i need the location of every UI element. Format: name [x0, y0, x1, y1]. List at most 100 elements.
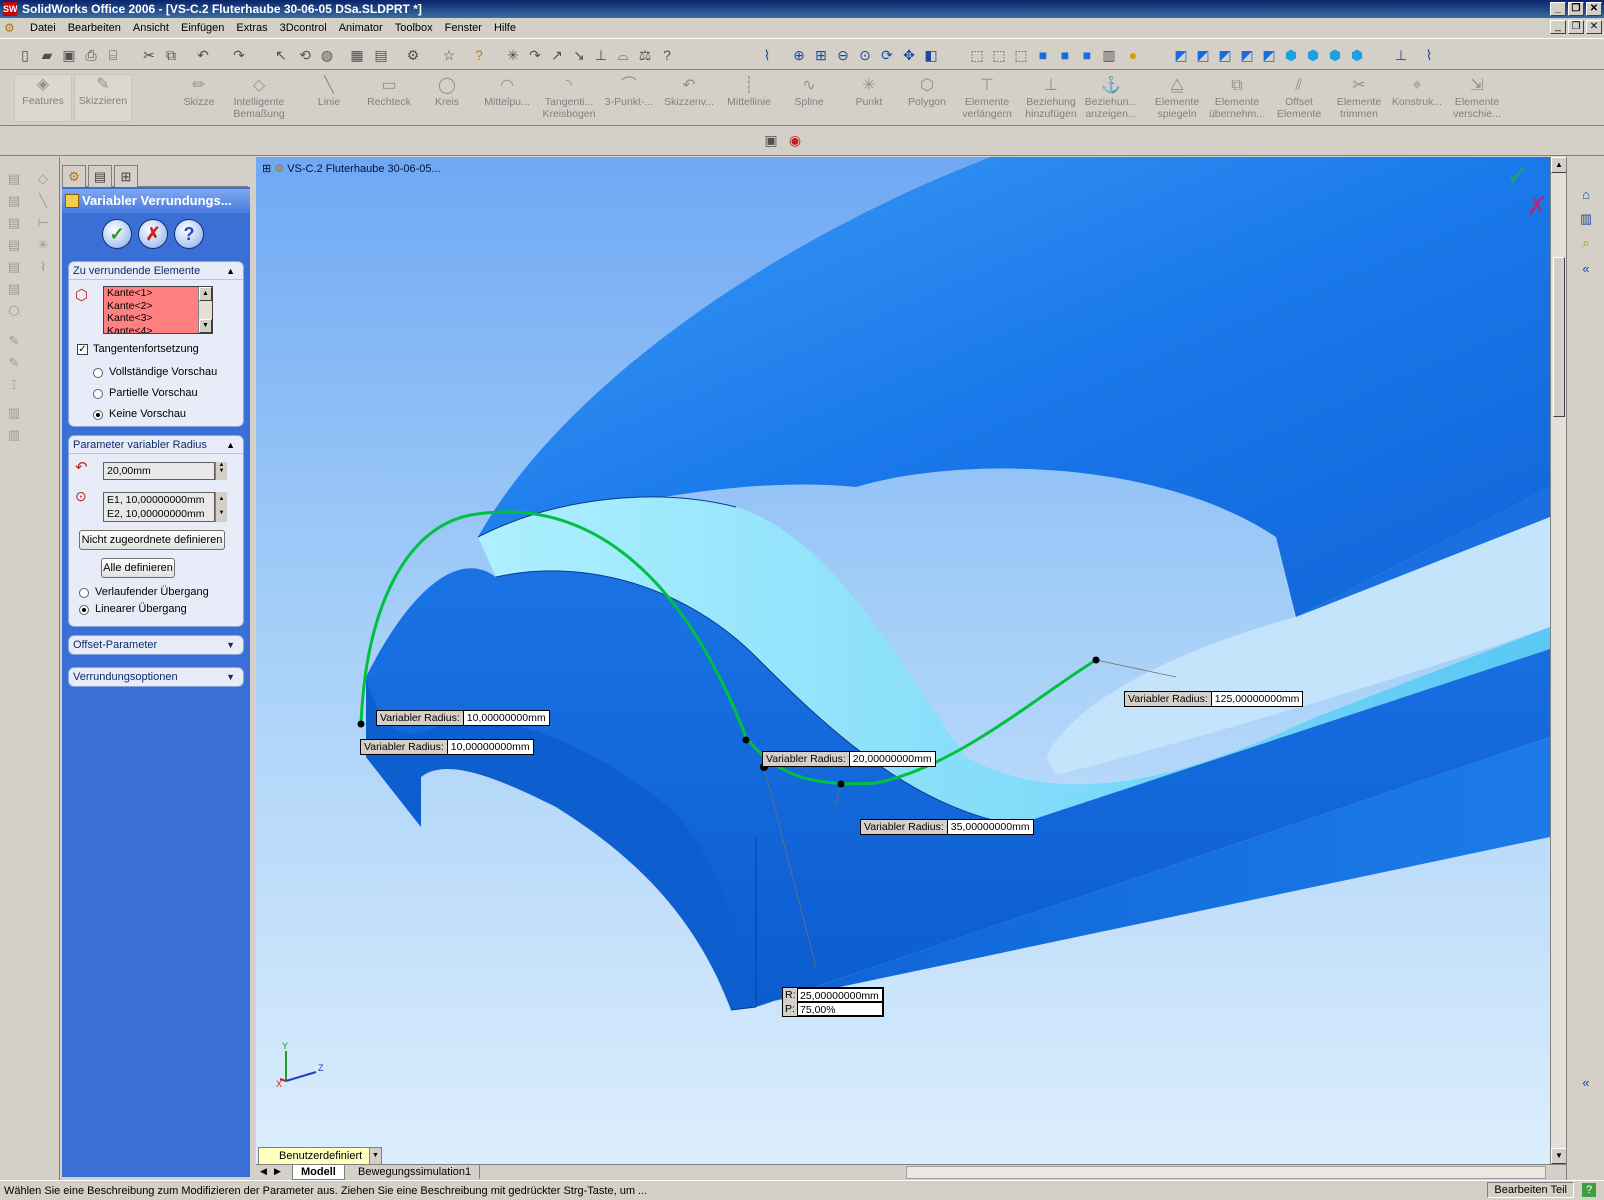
measure-tool-icon[interactable]: ⌇ — [1420, 46, 1438, 64]
search-icon[interactable]: ⌕ — [1577, 235, 1595, 253]
group-fillet-options[interactable]: Verrundungsoptionen ▼ — [68, 667, 244, 687]
hidden-removed-icon[interactable]: ⬚ — [1012, 46, 1030, 64]
vertex-marker[interactable] — [837, 780, 845, 788]
callout-value[interactable]: 35,00000000mm — [947, 820, 1033, 834]
scroll-down-icon[interactable]: ▼ — [199, 319, 212, 333]
measure-icon[interactable]: ⌓ — [614, 46, 632, 64]
list-scrollbar[interactable]: ▲ ▼ — [198, 287, 212, 333]
radius-callout[interactable]: Variabler Radius: 20,00000000mm — [762, 751, 936, 767]
expand-plus-icon[interactable]: ⊞ — [262, 163, 271, 175]
command-20[interactable]: ⧉ Elemente übernehm... — [1208, 76, 1266, 120]
scroll-up-icon[interactable]: ▲ — [1551, 157, 1566, 173]
command-7[interactable]: ◯ Kreis — [418, 76, 476, 108]
command-10[interactable]: ⌒ 3-Punkt-... — [600, 76, 658, 108]
light-icon[interactable]: ◍ — [318, 46, 336, 64]
left-view-icon[interactable]: ◩ — [1216, 46, 1234, 64]
ok-button[interactable]: ✓ — [102, 219, 132, 249]
expand-left-icon[interactable]: « — [1577, 1075, 1595, 1093]
collapse-up-icon[interactable]: ▲ — [226, 436, 235, 454]
rotate-icon[interactable]: ⟳ — [878, 46, 896, 64]
zoom-window-icon[interactable]: ⊞ — [812, 46, 830, 64]
confirm-ok-icon[interactable]: ✓ — [1506, 159, 1529, 192]
doc-restore-button[interactable]: ❐ — [1568, 20, 1584, 34]
line-tool-icon[interactable]: ✎ — [5, 355, 23, 373]
list-item[interactable]: E2, 10,00000000mm — [107, 507, 214, 521]
viewport-scrollbar[interactable]: ▲ ▼ — [1550, 157, 1566, 1164]
front-view-icon[interactable]: ◩ — [1172, 46, 1190, 64]
zoom-selection-icon[interactable]: ⊙ — [856, 46, 874, 64]
collapse-left-icon[interactable]: « — [1577, 261, 1595, 279]
vertex-marker[interactable] — [742, 736, 750, 744]
doc-close-button[interactable]: ✕ — [1586, 20, 1602, 34]
rp-callout[interactable]: R: 25,00000000mm P: 75,00% — [782, 987, 884, 1017]
menu-hilfe[interactable]: Hilfe — [488, 22, 522, 34]
top-view-icon[interactable]: ◩ — [1260, 46, 1278, 64]
menu-ansicht[interactable]: Ansicht — [127, 22, 175, 34]
grid-icon[interactable]: ▦ — [348, 46, 366, 64]
normal-to-icon[interactable]: ⊥ — [1392, 46, 1410, 64]
copy-icon[interactable]: ⧉ — [162, 46, 180, 64]
configurationmanager-tab-icon[interactable]: ⊞ — [114, 165, 138, 187]
mass-icon[interactable]: ⚖ — [636, 46, 654, 64]
cut-icon[interactable]: ✂ — [140, 46, 158, 64]
new-icon[interactable]: ▯ — [16, 46, 34, 64]
define-all-button[interactable]: Alle definieren — [101, 558, 175, 578]
callout-value[interactable]: 125,00000000mm — [1211, 692, 1303, 706]
zoom-fit-icon[interactable]: ⊕ — [790, 46, 808, 64]
group-fillet-items-header[interactable]: Zu verrundende Elemente ▲ — [69, 262, 243, 280]
vertex-list-scrollbar[interactable]: ▲ ▼ — [215, 492, 227, 522]
options-icon[interactable]: ⚙ — [404, 46, 422, 64]
command-13[interactable]: ∿ Spline — [780, 76, 838, 108]
shell-icon[interactable]: ⬡ — [5, 303, 23, 321]
command-21[interactable]: ⫽ Offset Elemente — [1270, 76, 1328, 120]
tab-scroll-right-icon[interactable]: ▶ — [274, 1166, 281, 1177]
sketch-tool-icon[interactable]: ✎ — [5, 333, 23, 351]
radius-callout[interactable]: Variabler Radius: 35,00000000mm — [860, 819, 1034, 835]
fillet-icon[interactable]: ▤ — [5, 259, 23, 277]
display-icon[interactable]: ▣ — [762, 131, 780, 149]
command-6[interactable]: ▭ Rechteck — [360, 76, 418, 108]
feature-tree-root[interactable]: ⊞ ⚙ VS-C.2 Fluterhaube 30-06-05... — [262, 162, 441, 175]
command-4[interactable]: ◇ Intelligente Bemaßung — [230, 76, 288, 120]
list-item[interactable]: Kante<3> — [107, 312, 212, 325]
define-unassigned-button[interactable]: Nicht zugeordnete definieren — [79, 530, 225, 550]
realview-icon[interactable]: ● — [1124, 46, 1142, 64]
command-19[interactable]: ⧋ Elemente spiegeln — [1148, 76, 1206, 120]
help-button[interactable]: ? — [174, 219, 204, 249]
configuration-dropdown[interactable]: Benutzerdefiniert ▼ — [258, 1147, 382, 1165]
menu-animator[interactable]: Animator — [333, 22, 389, 34]
dimetric-view-icon[interactable]: ⬢ — [1348, 46, 1366, 64]
command-24[interactable]: ⇲ Elemente verschie... — [1448, 76, 1506, 120]
command-17[interactable]: ⊥ Beziehung hinzufügen — [1022, 76, 1080, 120]
status-help-icon[interactable]: ? — [1582, 1183, 1596, 1197]
scroll-down-icon[interactable]: ▼ — [1551, 1148, 1566, 1164]
open-icon[interactable]: ▰ — [38, 46, 56, 64]
minimize-button[interactable]: _ — [1550, 2, 1566, 16]
rebuild-icon[interactable]: ⟲ — [296, 46, 314, 64]
list-item[interactable]: E1, 10,00000000mm — [107, 493, 214, 507]
group-variable-radius-header[interactable]: Parameter variabler Radius ▲ — [69, 436, 243, 454]
radius-callout[interactable]: Variabler Radius: 10,00000000mm — [376, 710, 550, 726]
trimetric-view-icon[interactable]: ⬢ — [1326, 46, 1344, 64]
ground-icon[interactable]: ⊥ — [592, 46, 610, 64]
menu-datei[interactable]: Datei — [24, 22, 62, 34]
scroll-up-icon[interactable]: ▲ — [199, 287, 212, 301]
library-icon[interactable]: ▥ — [1577, 211, 1595, 229]
list-item[interactable]: Kante<4> — [107, 325, 212, 334]
p-value[interactable]: 75,00% — [797, 1002, 883, 1016]
no-preview-radio[interactable] — [93, 410, 103, 420]
featuremanager-tab-icon[interactable]: ⚙ — [62, 165, 86, 187]
doc-minimize-button[interactable]: _ — [1550, 20, 1566, 34]
smooth-transition-radio[interactable] — [79, 588, 89, 598]
command-18[interactable]: ⚓ Beziehun... anzeigen... — [1082, 76, 1140, 120]
tab-bewegungssimulation[interactable]: Bewegungssimulation1 — [350, 1165, 481, 1179]
menu-einfuegen[interactable]: Einfügen — [175, 22, 230, 34]
propertymanager-tab-icon[interactable]: ▤ — [88, 165, 112, 187]
point-ref-icon[interactable]: ✳ — [34, 237, 52, 255]
command-12[interactable]: ┊ Mittellinie — [720, 76, 778, 108]
full-preview-radio[interactable] — [93, 368, 103, 378]
dimension-tool-icon[interactable]: ⌶ — [5, 377, 23, 395]
menu-bearbeiten[interactable]: Bearbeiten — [62, 22, 127, 34]
record-icon[interactable]: ◉ — [786, 131, 804, 149]
command-14[interactable]: ✳ Punkt — [840, 76, 898, 108]
